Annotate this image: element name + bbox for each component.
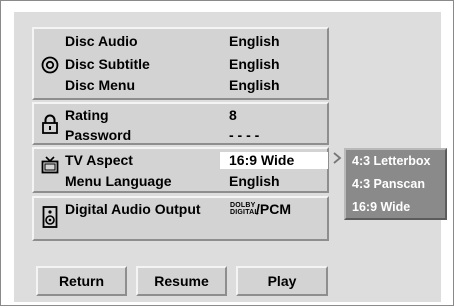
- audio-output-group: Digital Audio Output DOLBY DIGITAL /PCM: [32, 196, 329, 241]
- return-button[interactable]: Return: [36, 266, 127, 296]
- disc-menu-label[interactable]: Disc Menu: [65, 77, 135, 94]
- rating-label[interactable]: Rating: [65, 107, 109, 124]
- dolby-text: DOLBY: [230, 202, 256, 209]
- padlock-icon: [40, 114, 60, 134]
- disc-icon: [40, 55, 60, 75]
- disc-settings-group: Disc Audio English Disc Subtitle English…: [32, 27, 329, 100]
- setup-screen: Disc Audio English Disc Subtitle English…: [0, 0, 454, 306]
- speaker-icon: [40, 206, 60, 228]
- option-letterbox[interactable]: 4:3 Letterbox: [352, 154, 431, 169]
- tv-aspect-label[interactable]: TV Aspect: [65, 152, 133, 169]
- disc-subtitle-value[interactable]: English: [229, 56, 280, 73]
- rating-value[interactable]: 8: [229, 107, 237, 124]
- password-value[interactable]: - - - -: [229, 127, 259, 144]
- option-wide[interactable]: 16:9 Wide: [352, 200, 410, 215]
- digital-audio-output-label[interactable]: Digital Audio Output: [65, 201, 201, 218]
- play-button[interactable]: Play: [236, 266, 328, 296]
- tv-icon: [40, 155, 60, 175]
- disc-audio-value[interactable]: English: [229, 33, 280, 50]
- menu-language-label[interactable]: Menu Language: [65, 173, 172, 190]
- tv-aspect-options-menu: 4:3 Letterbox 4:3 Panscan 16:9 Wide: [344, 148, 447, 220]
- chevron-right-icon: [333, 152, 342, 164]
- dolby-digital-logo: DOLBY DIGITAL: [230, 202, 259, 216]
- disc-audio-label[interactable]: Disc Audio: [65, 33, 138, 50]
- parental-lock-group: Rating 8 Password - - - -: [32, 102, 329, 145]
- disc-subtitle-label[interactable]: Disc Subtitle: [65, 56, 150, 73]
- display-settings-group: TV Aspect 16:9 Wide Menu Language Englis…: [32, 147, 329, 193]
- digital-text: DIGITAL: [230, 209, 259, 216]
- resume-button[interactable]: Resume: [136, 266, 227, 296]
- menu-language-value[interactable]: English: [229, 173, 280, 190]
- password-label[interactable]: Password: [65, 127, 131, 144]
- tv-aspect-value[interactable]: 16:9 Wide: [229, 152, 294, 169]
- option-panscan[interactable]: 4:3 Panscan: [352, 177, 425, 192]
- disc-menu-value[interactable]: English: [229, 77, 280, 94]
- pcm-value[interactable]: /PCM: [256, 201, 291, 218]
